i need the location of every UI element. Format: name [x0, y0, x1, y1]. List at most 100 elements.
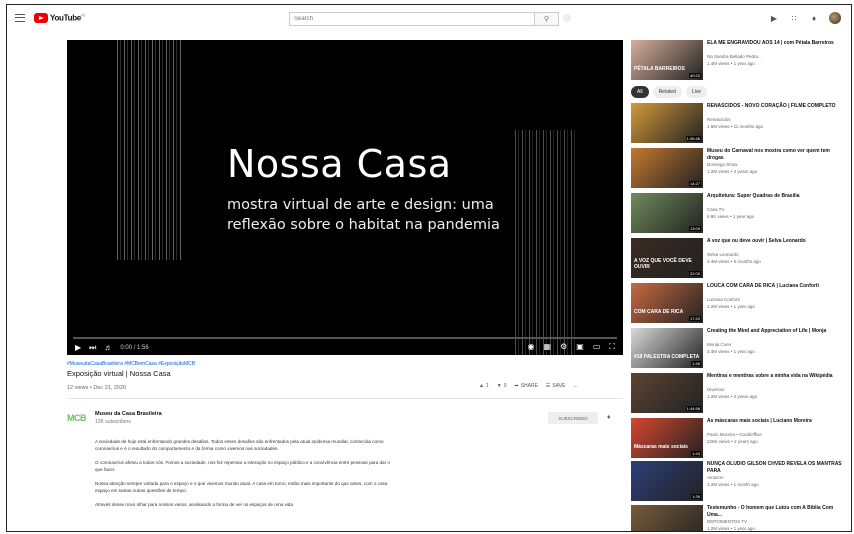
recommended-channel[interactable]: Casa TV — [707, 207, 724, 212]
recommended-video[interactable]: 1:44:58 Mentiras e mentiras sobre a minha… — [631, 373, 849, 413]
recommended-views: 1.2M views • 2 years ago — [707, 394, 758, 399]
recommended-channel[interactable]: Luciana Conforti — [707, 297, 740, 302]
video-thumbnail[interactable]: 1:44:58 — [631, 373, 703, 413]
play-icon[interactable]: ▶ — [75, 343, 81, 352]
progress-bar[interactable] — [73, 337, 617, 339]
next-icon[interactable]: ⏭ — [89, 343, 96, 353]
video-thumbnail[interactable]: A VOZ QUE VOCÊ DEVE OUVIR 32:00 — [631, 238, 703, 278]
video-duration: 32:00 — [688, 271, 701, 276]
voice-search-icon[interactable] — [563, 14, 571, 22]
recommended-channel[interactable]: DEPOIMENTOS TV — [707, 519, 747, 524]
video-thumbnail[interactable]: #18 PALESTRA COMPLETA 1:46 — [631, 328, 703, 368]
video-actions: ▲ 1 ▼ 0 ➦ SHARE ☰ SAVE ... — [479, 383, 578, 389]
theater-mode-icon[interactable]: ▭ — [593, 342, 601, 352]
video-player[interactable]: Nossa Casa mostra virtual de arte e desi… — [67, 40, 623, 355]
video-duration: 1:46 — [691, 361, 701, 366]
video-frame-subtitle: mostra virtual de arte e design: uma ref… — [227, 197, 500, 233]
recommended-title[interactable]: ELA ME ENGRAVIDOU AOS 14 | com Pétala Ba… — [707, 40, 843, 47]
video-thumbnail[interactable]: Máscaras mais sociais 1:43 — [631, 418, 703, 458]
header-actions: ▶ ∷ ♦ — [769, 12, 841, 24]
fullscreen-icon[interactable]: ⛶ — [609, 342, 615, 352]
recommended-video[interactable]: Máscaras mais sociais 1:43 As máscaras mai… — [631, 418, 849, 458]
video-thumbnail[interactable]: 1:36:48 — [631, 103, 703, 143]
volume-icon[interactable]: ♬ — [104, 343, 112, 352]
video-duration: 1:43 — [691, 451, 701, 456]
menu-icon[interactable] — [15, 14, 25, 22]
recommended-video[interactable]: #18 PALESTRA COMPLETA 1:46 Creating the Mi… — [631, 328, 849, 368]
share-button[interactable]: ➦ SHARE — [514, 383, 537, 389]
save-playlist-icon: ☰ — [545, 383, 551, 389]
youtube-logo[interactable]: YouTubePT — [34, 13, 86, 23]
filter-chips: All Related Live — [631, 86, 707, 98]
recommended-video[interactable]: 1:36:48 RENASCIDOS - NOVO CORAÇÃO | FILME… — [631, 103, 849, 143]
channel-avatar[interactable]: MCB — [67, 413, 87, 424]
miniplayer-icon[interactable]: ▣ — [576, 342, 584, 352]
recommended-channel[interactable]: Amazon — [707, 475, 724, 480]
recommended-channel[interactable]: Na Sandra Bellado Pedra... — [707, 54, 762, 59]
video-thumbnail[interactable]: COM CARA DE RICA 17:20 — [631, 283, 703, 323]
recommended-views: 226K views • 2 years ago — [707, 439, 758, 444]
dislike-button[interactable]: ▼ 0 — [497, 383, 507, 389]
recommended-video[interactable]: 13:09 Arquitetura: Super Quadras de Brasí… — [631, 193, 849, 233]
video-thumbnail[interactable]: 1:39 — [631, 461, 703, 501]
save-button[interactable]: ☰ SAVE — [546, 383, 565, 389]
notifications-bell-icon[interactable]: ♦ — [809, 13, 819, 23]
search-button[interactable]: ⚲ — [535, 12, 559, 26]
recommended-channel[interactable]: Domingo Show — [707, 162, 738, 167]
recommended-title[interactable]: LOUCA COM CARA DE RICA | Luciana Confort… — [707, 283, 843, 290]
time-display: 0:00 / 1:56 — [120, 344, 149, 351]
recommended-title[interactable]: Mentiras e mentiras sobre a minha vida n… — [707, 373, 843, 380]
account-avatar[interactable] — [829, 12, 841, 24]
video-texture-right — [515, 130, 575, 355]
thumbs-up-icon: ▲ — [479, 383, 484, 389]
recommended-title[interactable]: As máscaras mais sociais | Luciano Morei… — [707, 418, 843, 425]
logo-text: YouTube — [50, 13, 81, 23]
recommended-video[interactable]: 1:39 NUNÇA OLUDIO GILSON CHVED REVELA OS … — [631, 461, 849, 501]
save-label: SAVE — [552, 383, 566, 389]
recommended-channel[interactable]: Renascidos — [707, 117, 731, 122]
recommended-video[interactable]: 14:27 Museu do Carnaval nos mostra como v… — [631, 148, 849, 188]
recommended-video[interactable]: PÉTALA BARREIROS 40:20 ELA ME ENGRAVIDOU A… — [631, 40, 849, 80]
subtitles-icon[interactable]: ▦ — [544, 342, 552, 352]
recommended-channel[interactable]: Selva Leonardo — [707, 252, 739, 257]
filter-chip[interactable]: All — [631, 86, 649, 98]
recommended-channel[interactable]: Diversos — [707, 387, 725, 392]
video-thumbnail[interactable]: 29:10 — [631, 505, 703, 531]
recommended-channel[interactable]: Paulo Moreira • GoodOffice — [707, 432, 762, 437]
search-input[interactable] — [289, 12, 535, 26]
channel-bell-icon[interactable]: ♦ — [607, 414, 611, 421]
video-duration: 1:39 — [691, 494, 701, 499]
recommended-video[interactable]: 29:10 Testemunho - O homem que Lutou com … — [631, 505, 849, 531]
like-button[interactable]: ▲ 1 — [479, 383, 489, 389]
channel-name[interactable]: Museu da Casa Brasileira — [95, 411, 162, 417]
recommended-title[interactable]: Museu do Carnaval nos mostra como ver qu… — [707, 148, 843, 161]
filter-chip[interactable]: Live — [685, 86, 707, 98]
logo-country: PT — [80, 13, 86, 19]
apps-grid-icon[interactable]: ∷ — [789, 13, 799, 23]
video-hashtags[interactable]: #MuseudaCasaBrasileira #MCBemCasa #Expos… — [67, 361, 195, 367]
recommended-title[interactable]: NUNÇA OLUDIO GILSON CHVED REVELA OS MANT… — [707, 461, 843, 474]
recommended-title[interactable]: Arquitetura: Super Quadras de Brasília — [707, 193, 843, 200]
description-paragraph: Nossa atenção sempre voltada para o espa… — [95, 481, 388, 493]
autoplay-toggle-icon[interactable]: ◉ — [528, 342, 535, 352]
recommended-video[interactable]: COM CARA DE RICA 17:20 LOUCA COM CARA DE R… — [631, 283, 849, 323]
recommended-title[interactable]: RENASCIDOS - NOVO CORAÇÃO | FILME COMPLE… — [707, 103, 843, 110]
video-thumbnail[interactable]: PÉTALA BARREIROS 40:20 — [631, 40, 703, 80]
video-thumbnail[interactable]: 13:09 — [631, 193, 703, 233]
filter-chip[interactable]: Related — [652, 86, 682, 98]
subscribe-button[interactable]: SUBSCRIBED — [548, 412, 598, 424]
video-thumbnail[interactable]: 14:27 — [631, 148, 703, 188]
recommended-title[interactable]: Creating the Mind and Appreciation of Li… — [707, 328, 843, 335]
description-paragraph: A sociedade de hoje está enfrentando gra… — [95, 439, 384, 451]
thumbnail-text: COM CARA DE RICA — [634, 309, 684, 315]
create-video-icon[interactable]: ▶ — [769, 13, 779, 23]
recommended-title[interactable]: Testemunho - O homem que Lutou com A Bíb… — [707, 505, 843, 518]
video-texture-left — [117, 40, 181, 260]
recommended-title[interactable]: A voz que ou deve ouvir | Selva Leonardo — [707, 238, 843, 245]
recommended-video[interactable]: A VOZ QUE VOCÊ DEVE OUVIR 32:00 A voz que … — [631, 238, 849, 278]
recommended-channel[interactable]: Monja Coen — [707, 342, 731, 347]
recommended-views: 1.2M views • 4 years ago — [707, 169, 758, 174]
settings-gear-icon[interactable]: ⚙ — [560, 342, 567, 352]
dislike-count: 0 — [503, 383, 507, 389]
more-actions-button[interactable]: ... — [573, 383, 577, 389]
